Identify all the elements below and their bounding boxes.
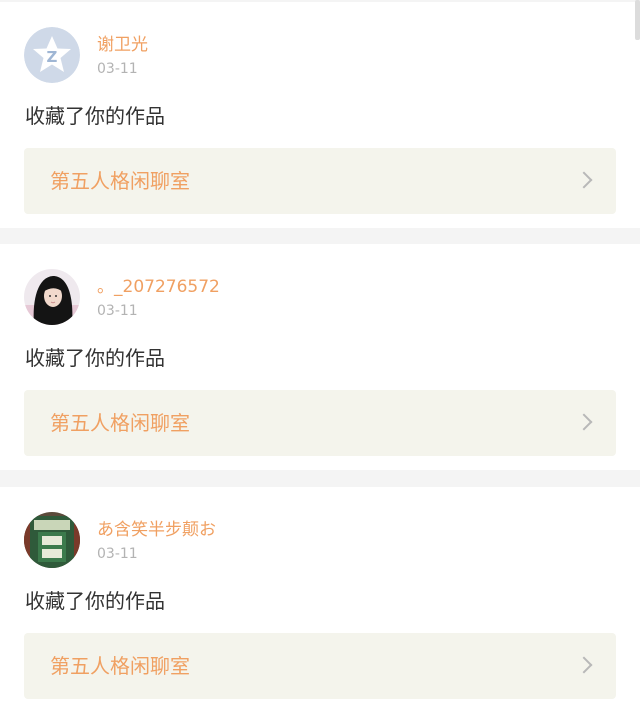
username[interactable]: 。_207276572 xyxy=(97,276,220,298)
work-link[interactable]: 第五人格闲聊室 xyxy=(24,633,616,699)
work-link[interactable]: 第五人格闲聊室 xyxy=(24,390,616,456)
chevron-right-icon xyxy=(575,413,593,431)
action-text: 收藏了你的作品 xyxy=(25,104,165,128)
work-title: 第五人格闲聊室 xyxy=(50,654,190,678)
action-text: 收藏了你的作品 xyxy=(25,346,165,370)
qq-default-avatar-icon: Z xyxy=(24,27,80,83)
svg-text:Z: Z xyxy=(47,48,58,66)
username[interactable]: あ含笑半步颠お xyxy=(97,519,216,541)
timestamp: 03-11 xyxy=(97,303,138,319)
avatar[interactable] xyxy=(24,512,80,568)
work-title: 第五人格闲聊室 xyxy=(50,169,190,193)
timestamp: 03-11 xyxy=(97,546,138,562)
work-title: 第五人格闲聊室 xyxy=(50,411,190,435)
notification-card: 。_207276572 03-11 收藏了你的作品 第五人格闲聊室 xyxy=(0,244,640,470)
scrollbar[interactable] xyxy=(635,0,640,40)
action-text: 收藏了你的作品 xyxy=(25,589,165,613)
chevron-right-icon xyxy=(575,171,593,189)
chevron-right-icon xyxy=(575,656,593,674)
timestamp: 03-11 xyxy=(97,61,138,77)
user-photo-green-avatar xyxy=(24,512,80,568)
avatar[interactable] xyxy=(24,269,80,325)
notification-card: あ含笑半步颠お 03-11 收藏了你的作品 第五人格闲聊室 xyxy=(0,487,640,708)
work-link[interactable]: 第五人格闲聊室 xyxy=(24,148,616,214)
user-photo-girl-avatar xyxy=(24,269,80,325)
username[interactable]: 谢卫光 xyxy=(97,34,148,56)
avatar[interactable]: Z xyxy=(24,27,80,83)
notification-card: Z 谢卫光 03-11 收藏了你的作品 第五人格闲聊室 xyxy=(0,2,640,228)
notification-feed: Z 谢卫光 03-11 收藏了你的作品 第五人格闲聊室 。_207276572 xyxy=(0,0,640,708)
